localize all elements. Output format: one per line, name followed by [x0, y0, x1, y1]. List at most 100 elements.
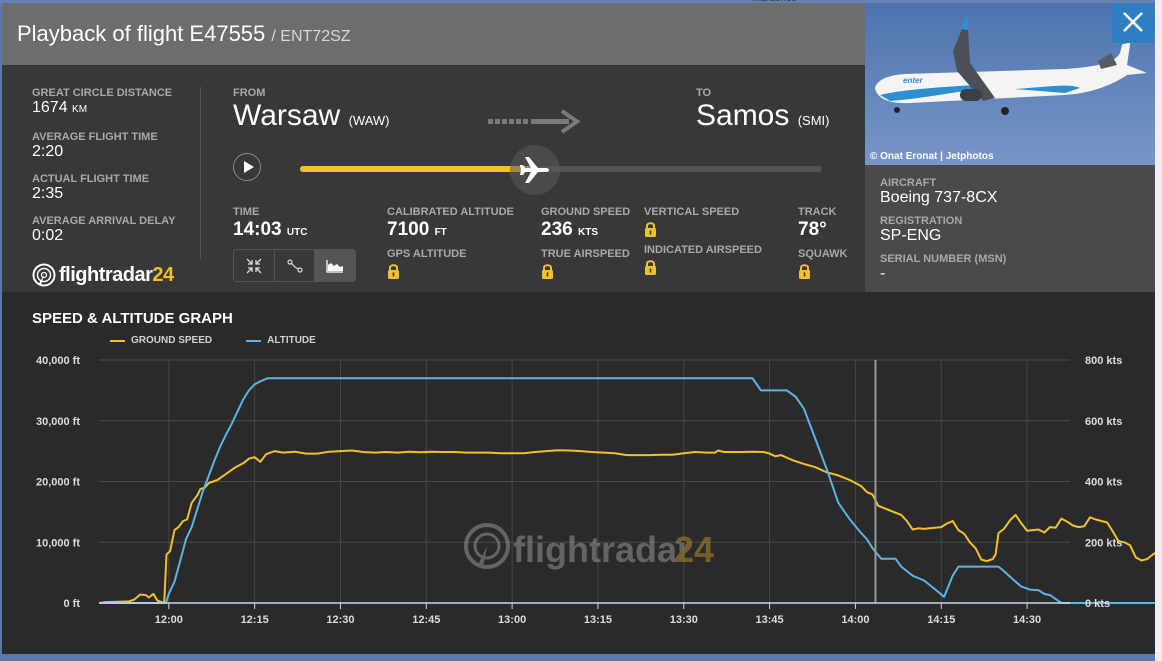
registration-label: REGISTRATION: [880, 215, 963, 227]
y-left-tick-label: 0 ft: [64, 598, 81, 610]
x-tick-label: 13:00: [498, 614, 526, 626]
y-right-tick-label: 800 kts: [1085, 355, 1122, 367]
lock-icon[interactable]: [798, 263, 811, 284]
metric-true-airspeed: TRUE AIRSPEED: [541, 248, 630, 284]
y-right-tick-label: 600 kts: [1085, 416, 1122, 428]
x-tick-label: 12:30: [326, 614, 354, 626]
altitude-value: 7100: [387, 219, 430, 240]
stat-value: 0:02: [32, 227, 64, 244]
collapse-icon: [246, 258, 262, 273]
x-tick-label: 14:15: [927, 614, 955, 626]
metric-ground-speed: GROUND SPEED 236 KTS: [541, 206, 630, 245]
y-left-tick-label: 40,000 ft: [36, 355, 80, 367]
metric-label: TRUE AIRSPEED: [541, 248, 630, 260]
stat-value: 2:20: [32, 143, 64, 160]
logo-24: 24: [152, 263, 174, 286]
flight-info-section: GREAT CIRCLE DISTANCE 1674 KM AVERAGE FL…: [2, 65, 865, 292]
y-right-tick-label: 0 kts: [1085, 598, 1110, 610]
x-tick-label: 13:15: [584, 614, 612, 626]
series-line-ground-speed: [98, 449, 1155, 604]
lock-icon[interactable]: [387, 263, 400, 284]
svg-text:enter: enter: [903, 76, 923, 85]
time-value: 14:03: [233, 219, 282, 240]
radar-logo-icon: [32, 263, 56, 287]
y-left-tick-label: 20,000 ft: [36, 477, 80, 489]
aircraft-label: AIRCRAFT: [880, 177, 937, 189]
lock-icon[interactable]: [644, 259, 657, 280]
play-button[interactable]: [233, 153, 261, 181]
metric-value: 14:03 UTC: [233, 218, 307, 245]
msn-label: SERIAL NUMBER (MSN): [880, 253, 1007, 265]
airplane-icon: [519, 157, 549, 183]
panel-header: Playback of flight E47555 / ENT72SZ: [2, 3, 865, 65]
y-right-tick-label: 200 kts: [1085, 537, 1122, 549]
playback-panel: Playback of flight E47555 / ENT72SZ GREA…: [2, 3, 1155, 654]
aircraft-details: AIRCRAFT Boeing 737-8CX REGISTRATION SP-…: [865, 165, 1155, 292]
destination-city-name: Samos: [696, 99, 790, 132]
stat-great-circle-distance: GREAT CIRCLE DISTANCE 1674 KM: [32, 87, 202, 119]
route-view-button[interactable]: [275, 250, 316, 281]
stat-average-arrival-delay: AVERAGE ARRIVAL DELAY 0:02: [32, 215, 202, 245]
registration-value: SP-ENG: [880, 227, 942, 244]
logo-wordmark: flightradar: [59, 263, 153, 286]
logo-text: flightradar24: [59, 264, 174, 287]
photo-credit: © Onat Eronat | Jetphotos: [870, 151, 994, 162]
metric-value: 7100 FT: [387, 218, 514, 245]
flight-stats: GREAT CIRCLE DISTANCE 1674 KM AVERAGE FL…: [32, 87, 202, 257]
divider: [200, 87, 201, 259]
callsign: / ENT72SZ: [271, 28, 351, 45]
graph-view-button[interactable]: [315, 250, 355, 281]
x-tick-label: 14:30: [1013, 614, 1041, 626]
speed-altitude-graph: SPEED & ALTITUDE GRAPH GROUND SPEED ALTI…: [2, 292, 1155, 654]
x-tick-label: 13:45: [756, 614, 784, 626]
stat-label: ACTUAL FLIGHT TIME: [32, 173, 150, 185]
metric-squawk: SQUAWK: [798, 248, 848, 284]
y-right-tick-label: 400 kts: [1085, 477, 1122, 489]
collapse-view-button[interactable]: [234, 250, 275, 281]
x-tick-label: 13:30: [670, 614, 698, 626]
destination-code: (SMI): [797, 113, 830, 128]
stat-label: AVERAGE ARRIVAL DELAY: [32, 215, 176, 227]
close-button[interactable]: [1112, 3, 1154, 43]
metric-calibrated-altitude: CALIBRATED ALTITUDE 7100 FT: [387, 206, 514, 245]
metric-label: TIME: [233, 206, 260, 218]
route-origin: FROM Warsaw (WAW): [233, 87, 389, 138]
playback-handle[interactable]: [509, 145, 560, 195]
flightradar24-logo[interactable]: flightradar24: [32, 263, 174, 287]
origin-code: (WAW): [348, 113, 390, 128]
to-label: TO: [696, 87, 712, 99]
origin-city: Warsaw (WAW): [233, 99, 389, 138]
chart-watermark: flightradar 24: [464, 523, 714, 570]
y-left-tick-label: 10,000 ft: [36, 537, 80, 549]
distance-unit: KM: [72, 104, 88, 115]
playback-progress: [300, 166, 535, 172]
msn-value: -: [880, 265, 886, 282]
chart-canvas[interactable]: flightradar 24 0 ft 0 kts 10,000 ft 200 kts…: [2, 292, 1155, 654]
x-tick-label: 14:00: [841, 614, 869, 626]
y-left-tick-label: 30,000 ft: [36, 416, 80, 428]
view-toolbar: [233, 249, 356, 282]
ground-speed-value: 236: [541, 219, 573, 240]
track-value: 78°: [798, 219, 827, 240]
stat-value: 2:35: [32, 185, 64, 202]
playback-slider[interactable]: [300, 166, 822, 172]
origin-city-name: Warsaw: [233, 99, 341, 132]
stat-average-flight-time: AVERAGE FLIGHT TIME 2:20: [32, 131, 202, 161]
ground-speed-unit: KTS: [577, 227, 598, 238]
lock-icon[interactable]: [644, 221, 657, 242]
route-arrow-icon: [488, 109, 581, 134]
page-title: Playback of flight E47555 / ENT72SZ: [17, 21, 351, 47]
metric-label: VERTICAL SPEED: [644, 206, 740, 218]
flight-title: Playback of flight E47555: [17, 21, 266, 46]
metric-time: TIME 14:03 UTC: [233, 206, 307, 245]
stat-value: 1674 KM: [32, 99, 202, 119]
metric-track: TRACK 78°: [798, 206, 837, 242]
metric-label: GPS ALTITUDE: [387, 248, 467, 260]
stat-actual-flight-time: ACTUAL FLIGHT TIME 2:35: [32, 173, 202, 203]
altitude-unit: FT: [434, 227, 447, 238]
time-unit: UTC: [286, 227, 308, 238]
x-tick-label: 12:45: [412, 614, 440, 626]
lock-icon[interactable]: [541, 263, 554, 284]
destination-city: Samos (SMI): [696, 99, 830, 138]
close-icon: [1123, 12, 1143, 32]
